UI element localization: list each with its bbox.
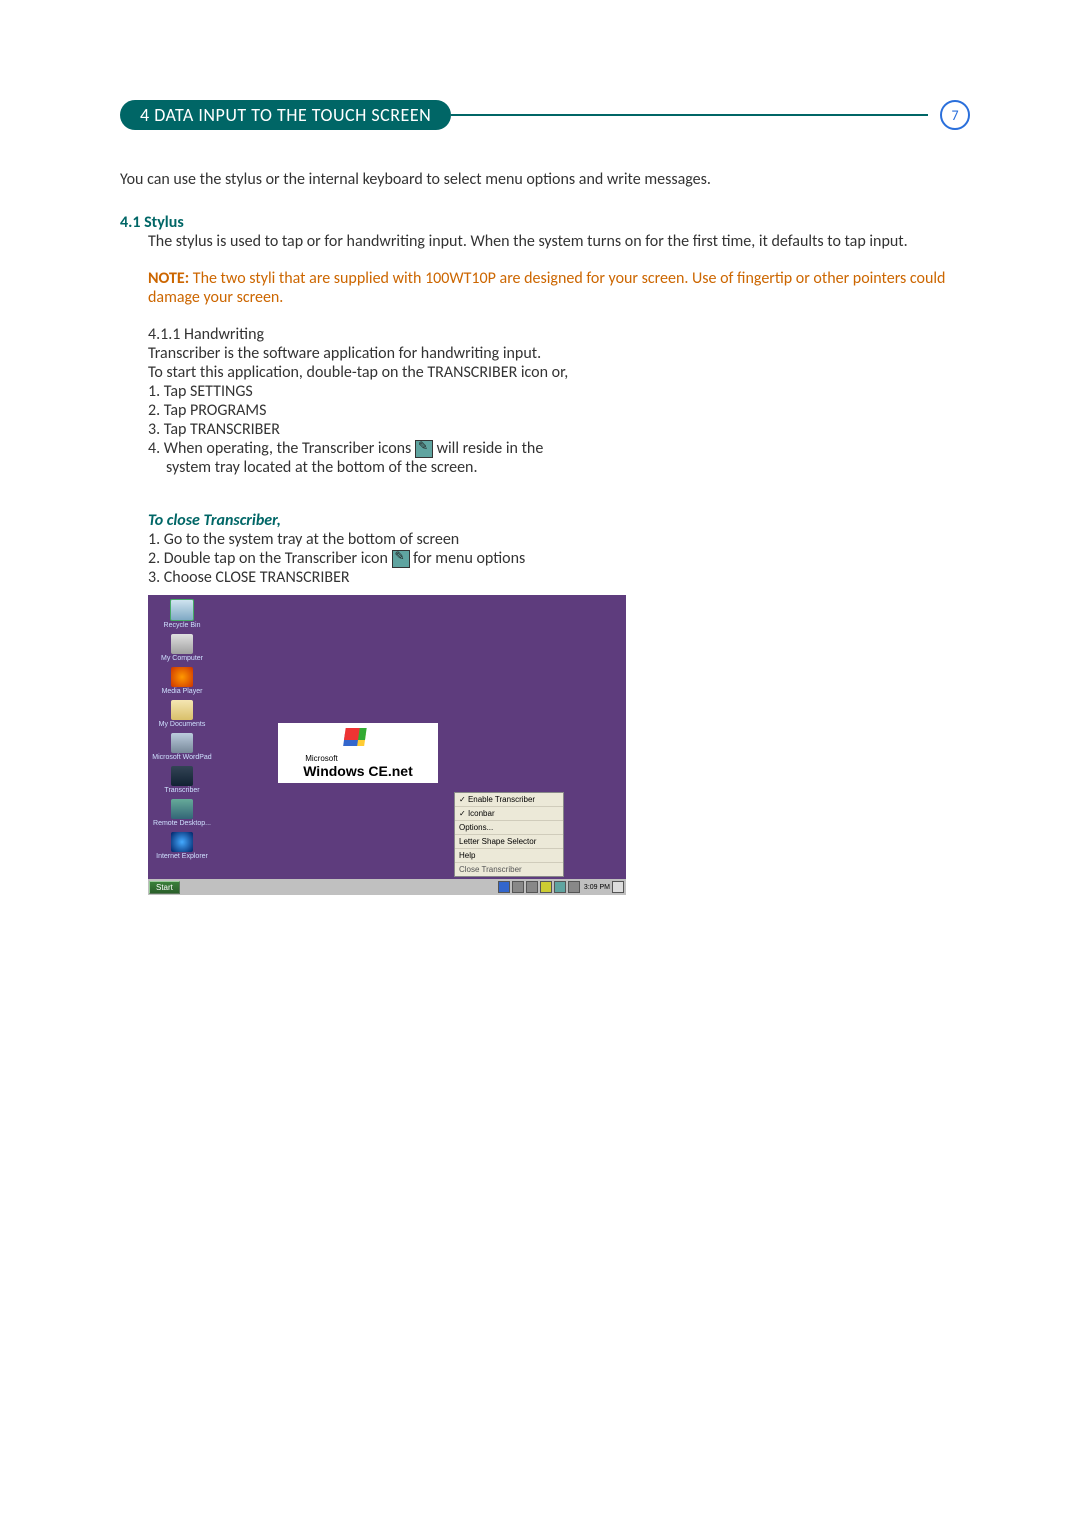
handwriting-title: 4.1.1 Handwriting: [148, 325, 970, 344]
menu-options[interactable]: Options...: [455, 821, 563, 835]
tray-icon-4[interactable]: [540, 881, 552, 893]
note-prefix: NOTE:: [148, 269, 189, 288]
handwriting-line2: To start this application, double-tap on…: [148, 363, 970, 382]
windows-ce-logo: Microsoft Windows CE.net: [278, 723, 438, 783]
section-title-pill: 4 DATA INPUT TO THE TOUCH SCREEN: [120, 100, 451, 130]
handwriting-step1: 1. Tap SETTINGS: [148, 382, 970, 401]
close-step3: 3. Choose CLOSE TRANSCRIBER: [148, 568, 970, 587]
internet-explorer-icon[interactable]: Internet Explorer: [152, 832, 212, 861]
menu-help[interactable]: Help: [455, 849, 563, 863]
close-step2: 2. Double tap on the Transcriber icon fo…: [148, 549, 970, 568]
tray-show-desktop[interactable]: [612, 881, 624, 893]
tray-icon-3[interactable]: [526, 881, 538, 893]
note-block: NOTE: The two styli that are supplied wi…: [148, 269, 970, 307]
taskbar: Start 3:09 PM: [148, 879, 626, 895]
my-computer-icon[interactable]: My Computer: [152, 634, 212, 663]
remote-desktop-icon[interactable]: Remote Desktop...: [152, 799, 212, 828]
close-step1: 1. Go to the system tray at the bottom o…: [148, 530, 970, 549]
menu-enable-transcriber[interactable]: Enable Transcriber: [455, 793, 563, 807]
close-step2a: 2. Double tap on the Transcriber icon: [148, 549, 392, 568]
media-player-icon[interactable]: Media Player: [152, 667, 212, 696]
close-transcriber-title: To close Transcriber,: [148, 511, 970, 530]
tray-icon-2[interactable]: [512, 881, 524, 893]
handwriting-step4c: system tray located at the bottom of the…: [166, 458, 970, 477]
close-step2b: for menu options: [413, 549, 525, 568]
tray-icon-5[interactable]: [568, 881, 580, 893]
note-text: The two styli that are supplied with 100…: [148, 269, 945, 307]
handwriting-step4a: 4. When operating, the Transcriber icons: [148, 439, 415, 458]
document-page: 4 DATA INPUT TO THE TOUCH SCREEN 7 You c…: [0, 0, 1080, 955]
logo-main-text: Windows CE.net: [303, 763, 413, 779]
menu-iconbar[interactable]: Iconbar: [455, 807, 563, 821]
menu-letter-shape[interactable]: Letter Shape Selector: [455, 835, 563, 849]
header-rule: [451, 114, 928, 116]
recycle-bin-icon[interactable]: Recycle Bin: [152, 599, 212, 630]
section-header: 4 DATA INPUT TO THE TOUCH SCREEN 7: [120, 100, 970, 130]
transcriber-tray-icon-2: [392, 550, 410, 568]
section-4-1-body: The stylus is used to tap or for handwri…: [148, 232, 970, 251]
tray-icon-1[interactable]: [498, 881, 510, 893]
transcriber-tray-icon: [415, 440, 433, 458]
start-button[interactable]: Start: [149, 881, 180, 894]
transcriber-context-menu: Enable Transcriber Iconbar Options... Le…: [454, 792, 564, 877]
logo-small-text: Microsoft: [305, 754, 413, 763]
tray-transcriber-icon[interactable]: [554, 881, 566, 893]
desktop-icons-column: Recycle Bin My Computer Media Player My …: [152, 599, 212, 865]
my-documents-icon[interactable]: My Documents: [152, 700, 212, 729]
menu-close-transcriber[interactable]: Close Transcriber: [455, 863, 563, 876]
transcriber-desktop-icon[interactable]: Transcriber: [152, 766, 212, 795]
handwriting-step4: 4. When operating, the Transcriber icons…: [148, 439, 970, 458]
screenshot-desktop: Recycle Bin My Computer Media Player My …: [148, 595, 626, 895]
handwriting-step4b: will reside in the: [437, 439, 544, 458]
intro-text: You can use the stylus or the internal k…: [120, 170, 970, 189]
system-tray: 3:09 PM: [498, 881, 626, 893]
tray-clock: 3:09 PM: [584, 884, 610, 891]
handwriting-line1: Transcriber is the software application …: [148, 344, 970, 363]
page-number-badge: 7: [940, 100, 970, 130]
handwriting-step2: 2. Tap PROGRAMS: [148, 401, 970, 420]
wordpad-icon[interactable]: Microsoft WordPad: [152, 733, 212, 762]
section-4-1-label: 4.1 Stylus: [120, 213, 184, 232]
windows-flag-icon: [344, 728, 372, 752]
handwriting-step3: 3. Tap TRANSCRIBER: [148, 420, 970, 439]
